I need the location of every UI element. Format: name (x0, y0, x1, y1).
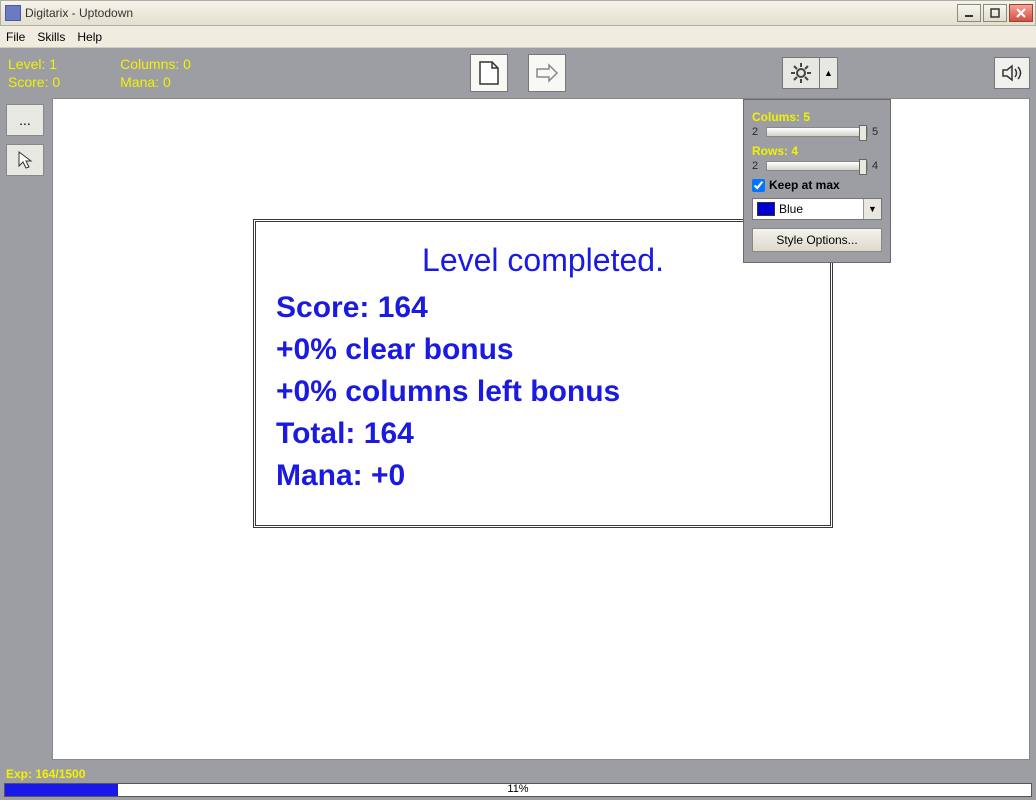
maximize-button[interactable] (983, 4, 1007, 22)
new-game-button[interactable] (470, 54, 508, 92)
color-name: Blue (779, 202, 863, 216)
options-button[interactable]: ... (6, 104, 44, 136)
keep-at-max-row: Keep at max (752, 178, 882, 192)
close-button[interactable] (1009, 4, 1033, 22)
window-controls (957, 4, 1033, 22)
sound-button[interactable] (994, 57, 1030, 89)
rows-slider-label: Rows: 4 (752, 144, 882, 158)
exp-label: Exp: 164/1500 (0, 766, 1036, 782)
settings-dropdown-toggle[interactable]: ▲ (820, 57, 838, 89)
minimize-button[interactable] (957, 4, 981, 22)
exp-progress-percent: 11% (5, 783, 1031, 795)
result-columns-bonus: +0% columns left bonus (276, 375, 810, 409)
chevron-down-icon[interactable]: ▼ (863, 199, 881, 219)
menu-file[interactable]: File (6, 30, 25, 44)
gear-icon (790, 62, 812, 84)
columns-slider[interactable] (766, 127, 868, 137)
document-icon (478, 60, 500, 86)
stat-level: Level: 1 (8, 55, 60, 73)
title-bar: Digitarix - Uptodown (0, 0, 1036, 26)
left-toolbar: ... (0, 98, 52, 766)
result-mana: Mana: +0 (276, 459, 810, 493)
speaker-icon (1001, 64, 1023, 82)
columns-max: 5 (872, 126, 882, 138)
result-total: Total: 164 (276, 417, 810, 451)
settings-button[interactable] (782, 57, 820, 89)
stat-score: Score: 0 (8, 73, 60, 91)
style-options-button[interactable]: Style Options... (752, 228, 882, 252)
menu-skills[interactable]: Skills (37, 30, 65, 44)
result-score: Score: 164 (276, 291, 810, 325)
cursor-icon (17, 150, 33, 170)
game-stats: Level: 1 Columns: 0 Score: 0 Mana: 0 (8, 55, 191, 91)
menu-help[interactable]: Help (77, 30, 102, 44)
keep-at-max-label: Keep at max (769, 178, 840, 192)
level-result-panel: Level completed. Score: 164 +0% clear bo… (253, 219, 833, 528)
bottom-bar: Exp: 164/1500 11% (0, 766, 1036, 800)
next-button[interactable] (528, 54, 566, 92)
ellipsis-icon: ... (19, 112, 31, 128)
columns-min: 2 (752, 126, 762, 138)
rows-min: 2 (752, 160, 762, 172)
stat-mana: Mana: 0 (120, 73, 191, 91)
stat-columns: Columns: 0 (120, 55, 191, 73)
window-title: Digitarix - Uptodown (25, 6, 957, 20)
pointer-tool-button[interactable] (6, 144, 44, 176)
color-swatch (757, 202, 775, 216)
arrow-right-icon (535, 63, 559, 83)
rows-slider[interactable] (766, 161, 868, 171)
game-canvas[interactable]: Level completed. Score: 164 +0% clear bo… (52, 98, 1030, 760)
menu-bar: File Skills Help (0, 26, 1036, 48)
result-title: Level completed. (276, 242, 810, 279)
result-clear-bonus: +0% clear bonus (276, 333, 810, 367)
columns-slider-label: Colums: 5 (752, 110, 882, 124)
toolbar: Level: 1 Columns: 0 Score: 0 Mana: 0 ▲ (0, 48, 1036, 98)
app-icon (5, 5, 21, 21)
keep-at-max-checkbox[interactable] (752, 179, 765, 192)
exp-progress-bar: 11% (4, 783, 1032, 797)
settings-panel: Colums: 5 2 5 Rows: 4 2 4 Keep at max Bl… (743, 99, 891, 263)
color-select[interactable]: Blue ▼ (752, 198, 882, 220)
main-area: ... Level completed. Score: 164 +0% clea… (0, 98, 1036, 766)
rows-max: 4 (872, 160, 882, 172)
